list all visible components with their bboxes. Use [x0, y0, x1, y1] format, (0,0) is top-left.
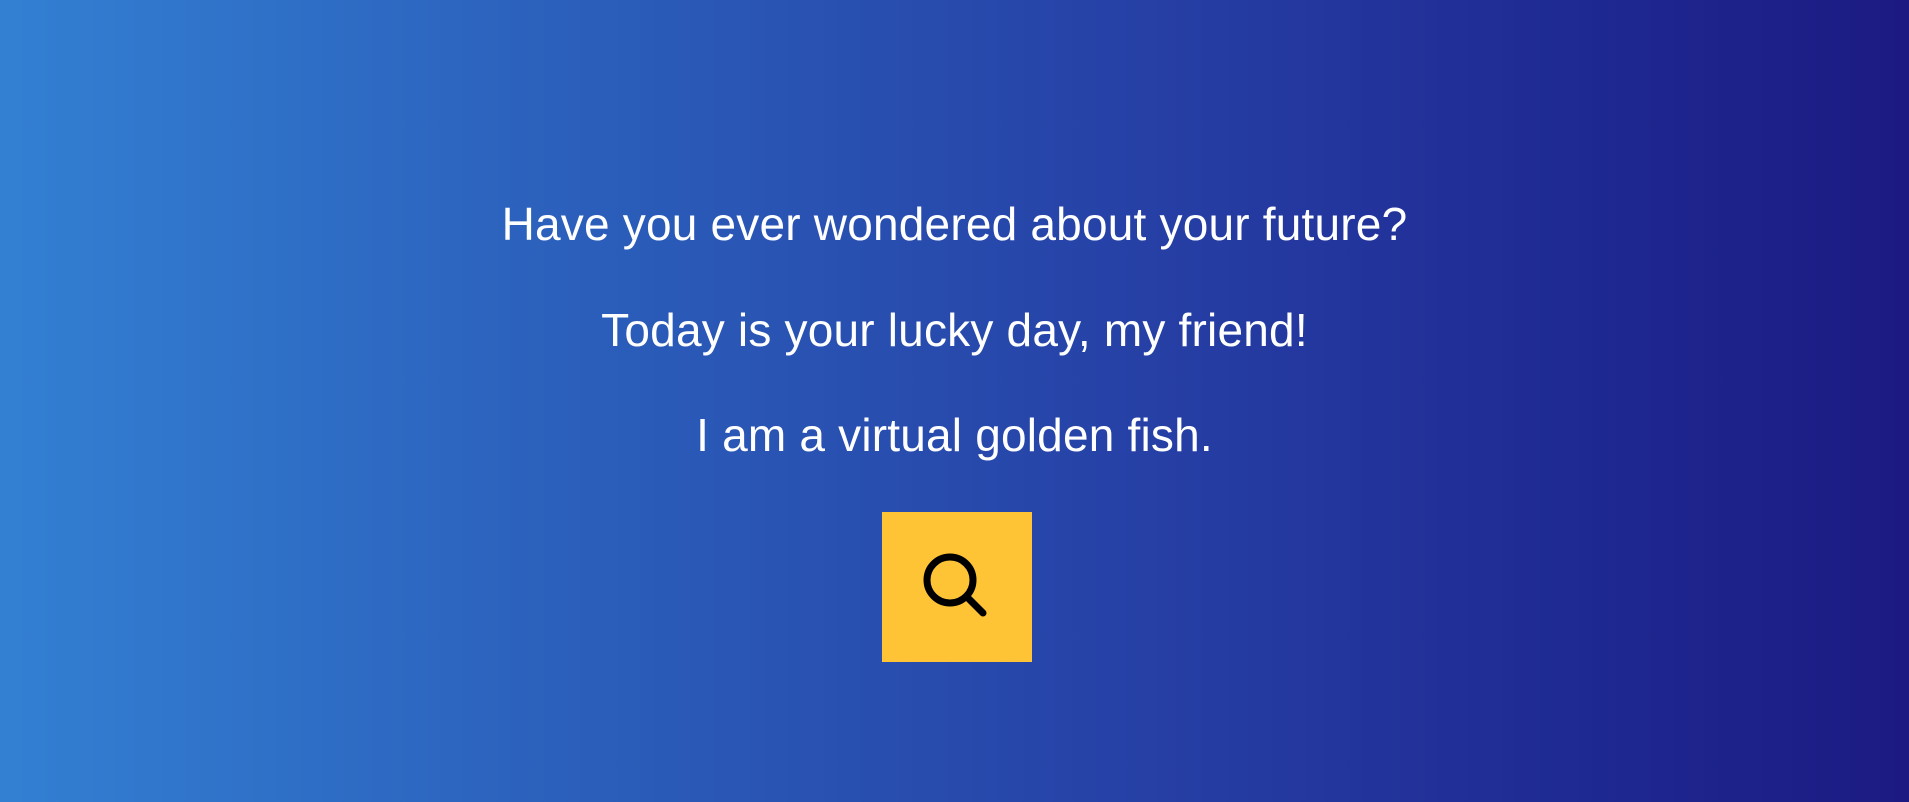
search-icon [923, 553, 987, 617]
search-button[interactable] [882, 512, 1032, 662]
intro-question-text: Have you ever wondered about your future… [501, 198, 1408, 250]
golden-fish-text: I am a virtual golden fish. [696, 409, 1213, 461]
lucky-day-text: Today is your lucky day, my friend! [601, 304, 1308, 356]
page: Have you ever wondered about your future… [0, 0, 1909, 802]
